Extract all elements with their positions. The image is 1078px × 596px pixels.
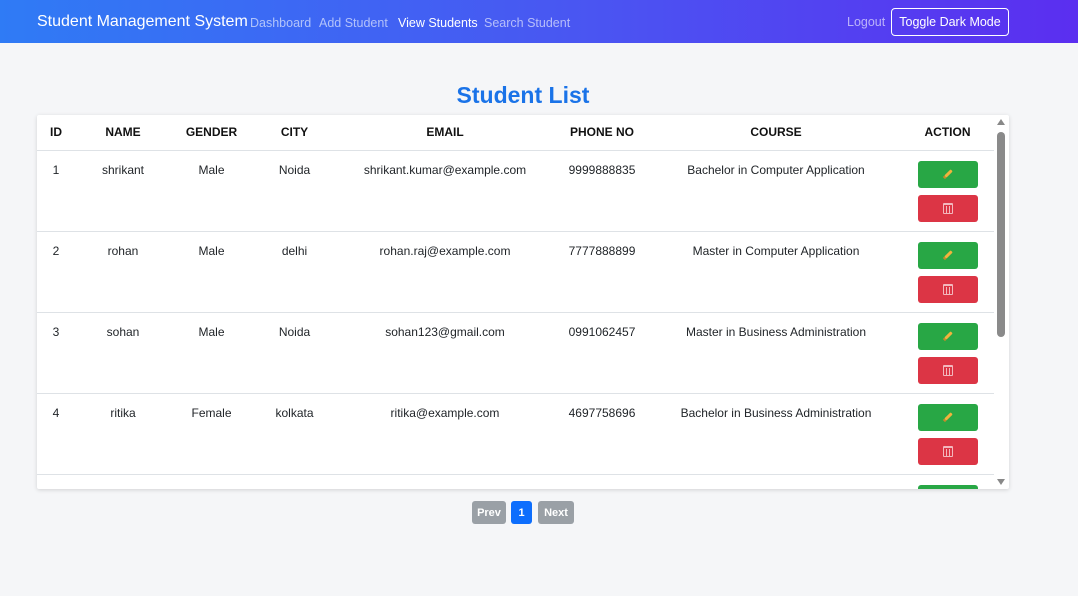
brand-title[interactable]: Student Management System	[37, 12, 248, 32]
cell-name: ritika	[75, 393, 171, 475]
pencil-icon	[943, 249, 953, 259]
edit-button[interactable]	[917, 160, 978, 188]
cell-name: sohan	[75, 312, 171, 394]
cell-name: bhumika	[75, 474, 171, 489]
header-email: EMAIL	[337, 115, 553, 151]
cell-course: Bachelor in Computer Application	[651, 150, 901, 232]
cell-gender: Female	[171, 474, 252, 489]
table-row: 5 bhumika Female hyderabad bhumi@example…	[37, 474, 994, 489]
trash-icon	[942, 445, 953, 457]
scroll-up-icon[interactable]	[997, 119, 1005, 125]
header-city: CITY	[252, 115, 337, 151]
delete-button[interactable]	[917, 275, 978, 303]
scroll-down-icon[interactable]	[997, 479, 1005, 485]
page-1-button[interactable]: 1	[511, 501, 532, 524]
trash-icon	[942, 202, 953, 214]
cell-course: Bachelor in Computer Application	[651, 474, 901, 489]
student-table: ID NAME GENDER CITY EMAIL PHONE NO COURS…	[37, 115, 994, 489]
header-course: COURSE	[651, 115, 901, 151]
cell-action	[901, 150, 994, 232]
edit-button[interactable]	[917, 403, 978, 431]
edit-button[interactable]	[917, 484, 978, 489]
nav-view-students[interactable]: View Students	[398, 15, 478, 31]
header-action: ACTION	[901, 115, 994, 151]
toggle-dark-mode-button[interactable]: Toggle Dark Mode	[891, 8, 1009, 36]
cell-phone: 0991062457	[553, 312, 651, 394]
next-page-button[interactable]: Next	[538, 501, 574, 524]
nav-search-student[interactable]: Search Student	[484, 15, 570, 31]
pencil-icon	[943, 330, 953, 340]
table-row: 1 shrikant Male Noida shrikant.kumar@exa…	[37, 150, 994, 232]
cell-phone: 4697758696	[553, 393, 651, 475]
cell-city: Noida	[252, 150, 337, 232]
cell-gender: Male	[171, 231, 252, 313]
pencil-icon	[943, 168, 953, 178]
cell-city: hyderabad	[252, 474, 337, 489]
edit-button[interactable]	[917, 241, 978, 269]
cell-email: bhumi@example.com	[337, 474, 553, 489]
cell-action	[901, 312, 994, 394]
page-title: Student List	[456, 82, 590, 108]
header-id: ID	[37, 115, 75, 151]
cell-action	[901, 474, 994, 489]
cell-city: Noida	[252, 312, 337, 394]
delete-button[interactable]	[917, 356, 978, 384]
nav-dashboard[interactable]: Dashboard	[250, 15, 311, 31]
cell-action	[901, 231, 994, 313]
header-phone: PHONE NO	[553, 115, 651, 151]
nav-add-student[interactable]: Add Student	[319, 15, 388, 31]
delete-button[interactable]	[917, 194, 978, 222]
table-row: 2 rohan Male delhi rohan.raj@example.com…	[37, 231, 994, 313]
cell-city: delhi	[252, 231, 337, 313]
cell-city: kolkata	[252, 393, 337, 475]
table-scrollbar[interactable]	[995, 117, 1007, 489]
cell-id: 1	[37, 150, 75, 232]
cell-email: ritika@example.com	[337, 393, 553, 475]
cell-gender: Female	[171, 393, 252, 475]
cell-course: Master in Business Administration	[651, 312, 901, 394]
cell-course: Master in Computer Application	[651, 231, 901, 313]
logout-link[interactable]: Logout	[847, 15, 885, 29]
pencil-icon	[943, 411, 953, 421]
scroll-thumb[interactable]	[997, 132, 1005, 337]
cell-id: 4	[37, 393, 75, 475]
cell-course: Bachelor in Business Administration	[651, 393, 901, 475]
student-table-container[interactable]: ID NAME GENDER CITY EMAIL PHONE NO COURS…	[37, 115, 1009, 489]
cell-gender: Male	[171, 312, 252, 394]
trash-icon	[942, 283, 953, 295]
cell-name: rohan	[75, 231, 171, 313]
cell-id: 2	[37, 231, 75, 313]
top-navbar: Student Management System Dashboard Add …	[0, 0, 1078, 43]
cell-gender: Male	[171, 150, 252, 232]
cell-email: sohan123@gmail.com	[337, 312, 553, 394]
delete-button[interactable]	[917, 437, 978, 465]
cell-email: shrikant.kumar@example.com	[337, 150, 553, 232]
table-row: 4 ritika Female kolkata ritika@example.c…	[37, 393, 994, 475]
cell-id: 5	[37, 474, 75, 489]
trash-icon	[942, 364, 953, 376]
prev-page-button[interactable]: Prev	[472, 501, 506, 524]
cell-id: 3	[37, 312, 75, 394]
table-header-row: ID NAME GENDER CITY EMAIL PHONE NO COURS…	[37, 115, 994, 151]
edit-button[interactable]	[917, 322, 978, 350]
cell-email: rohan.raj@example.com	[337, 231, 553, 313]
header-name: NAME	[75, 115, 171, 151]
table-row: 3 sohan Male Noida sohan123@gmail.com 09…	[37, 312, 994, 394]
cell-phone: 7777888899	[553, 231, 651, 313]
header-gender: GENDER	[171, 115, 252, 151]
cell-name: shrikant	[75, 150, 171, 232]
cell-phone: 9999888835	[553, 150, 651, 232]
cell-action	[901, 393, 994, 475]
cell-phone: 5498597850	[553, 474, 651, 489]
